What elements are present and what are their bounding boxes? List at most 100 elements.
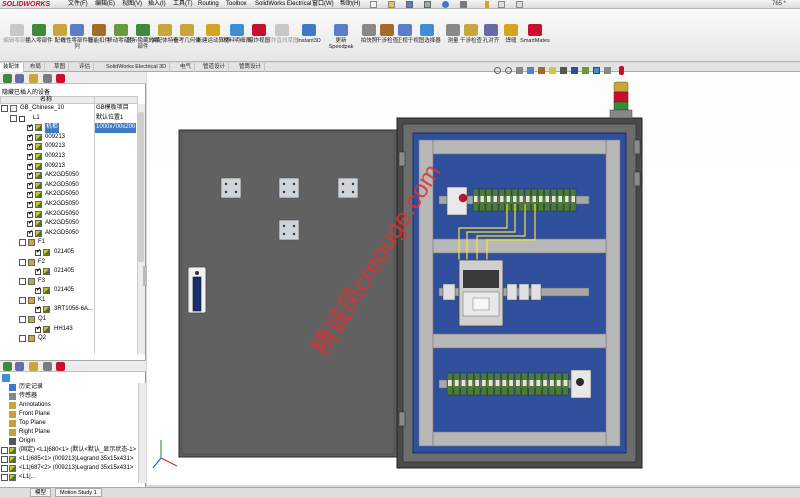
expand-toggle[interactable] [19,277,26,285]
tree-item[interactable]: 机柜 1000x700x200 [0,123,137,133]
configuration-manager-icon[interactable] [29,74,38,83]
tree-item[interactable]: HH143 [0,325,137,334]
item-checkbox[interactable] [27,171,33,181]
item-checkbox[interactable] [35,286,41,296]
feature-manager-icon[interactable] [3,74,12,83]
property-icon[interactable] [15,362,24,371]
dim-xpert-icon[interactable] [43,74,52,83]
expand-toggle[interactable] [1,474,8,481]
expand-toggle[interactable] [1,105,8,112]
print-icon[interactable] [424,1,431,8]
design-tree-item[interactable]: 历史记录 [0,383,138,392]
tree-location[interactable]: L1 默认位置1 [0,114,137,124]
tab-electrical[interactable]: 电气 [177,63,196,72]
expand-toggle[interactable] [10,114,17,122]
tree-item[interactable]: AK2GD5050 [0,229,137,238]
menu-solidworks-electrical[interactable]: SolidWorks Electrical [255,0,311,9]
item-checkbox[interactable] [27,219,33,229]
filter-icon[interactable] [2,374,10,382]
design-tree-part[interactable]: (固定) <L1|680<1> (默认<默认_显示状态-1> [0,446,138,455]
menu-insert[interactable]: 插入(I) [148,0,166,9]
design-tree-part[interactable]: <L1|... [0,473,138,482]
item-checkbox[interactable] [27,210,33,219]
tab-sketch[interactable]: 草图 [51,63,70,72]
design-tree-item[interactable]: Origin [0,437,138,446]
expand-toggle[interactable] [19,316,26,324]
undo-icon[interactable] [442,1,449,8]
tree-item[interactable]: 009213 [0,142,137,152]
menu-file[interactable]: 文件(F) [68,0,88,9]
menu-view[interactable]: 视图(V) [122,0,142,9]
expand-toggle[interactable] [1,456,8,463]
ribbon-button-13[interactable]: Instant3D [292,20,326,62]
expand-toggle[interactable] [19,335,26,343]
item-checkbox[interactable] [27,133,33,142]
tab-sw-electrical-3d[interactable]: SolidWorks Electrical 3D [103,63,171,72]
tree-root[interactable]: GB_Chinese_10 GB模板项目 [0,104,137,114]
menu-toolbox[interactable]: Toolbox [226,0,247,9]
tab-layout[interactable]: 布局 [27,63,46,72]
solidworks-logo[interactable]: SOLIDWORKS [2,0,50,9]
item-checkbox[interactable] [35,248,41,258]
tree-group[interactable]: K1 [0,296,137,306]
design-tree-item[interactable]: Front Plane [0,410,138,419]
tab-piping[interactable]: 管道设计 [200,63,230,72]
scroll-thumb[interactable] [138,112,144,262]
item-checkbox[interactable] [35,325,41,334]
options-icon[interactable] [516,1,523,8]
expand-toggle[interactable] [19,239,26,247]
item-checkbox[interactable] [27,152,33,162]
open-folder-icon[interactable] [388,1,395,8]
tree-item[interactable]: 021405 [0,286,137,296]
dimension-icon[interactable] [43,362,52,371]
tree-item[interactable]: 009213 [0,133,137,142]
select-arrow-icon[interactable] [460,1,467,8]
config-icon[interactable] [29,362,38,371]
tree-group[interactable]: Q2 [0,334,137,344]
cabinet-model[interactable]: 精诚凤creouge.com [147,72,800,485]
ribbon-button-23[interactable]: SmartMates [518,20,552,62]
tab-motion-study[interactable]: Motion Study 1 [55,488,102,497]
menu-routing[interactable]: Routing [198,0,219,9]
item-checkbox[interactable] [27,162,33,171]
tree-item[interactable]: AK2GD5050 [0,200,137,210]
item-checkbox[interactable] [27,190,33,200]
design-tree-item[interactable]: Top Plane [0,419,138,428]
item-checkbox[interactable] [27,142,33,152]
tree-item[interactable]: 009213 [0,162,137,171]
item-checkbox[interactable] [27,181,33,190]
tree-item[interactable]: AK2GD5050 [0,210,137,219]
design-tree-part[interactable]: <L1|685<1> (009213)Legrand 35x15x431> [0,455,138,464]
tree-group[interactable]: F2 [0,258,137,268]
expand-toggle[interactable] [1,465,8,472]
item-checkbox[interactable] [27,229,33,238]
tree-group[interactable]: F3 [0,277,137,287]
item-checkbox[interactable] [27,123,33,133]
display-manager-icon[interactable] [56,362,65,371]
tab-assembly[interactable]: 装配体 [0,63,24,72]
tab-evaluate[interactable]: 评估 [76,63,95,72]
design-tree-item[interactable]: Annotations [0,401,138,410]
save-icon[interactable] [406,1,413,8]
expand-toggle[interactable] [1,447,8,454]
item-checkbox[interactable] [35,267,41,277]
property-manager-icon[interactable] [15,74,24,83]
feature-tree-icon[interactable] [3,362,12,371]
design-tree-part[interactable]: <L1|687<2> (009213)Legrand 35x15x431> [0,464,138,473]
tree-item[interactable]: AK2GD5050 [0,190,137,200]
design-tree-scrollbar[interactable] [138,383,146,483]
panel-splitter[interactable] [143,266,147,286]
design-tree-item[interactable]: 传感器 [0,392,138,401]
menu-help[interactable]: 帮助(H) [340,0,360,9]
tree-group[interactable]: F1 [0,238,137,248]
new-document-icon[interactable] [370,1,377,8]
menu-edit[interactable]: 编辑(E) [95,0,115,9]
electrical-manager-icon[interactable] [56,74,65,83]
expand-toggle[interactable] [19,296,26,304]
item-checkbox[interactable] [35,305,41,315]
tree-item[interactable]: AK2GD5050 [0,181,137,190]
design-tree-item[interactable]: Right Plane [0,428,138,437]
tree-item[interactable]: AK2GD5050 [0,219,137,229]
expand-toggle[interactable] [19,258,26,266]
item-checkbox[interactable] [27,200,33,210]
